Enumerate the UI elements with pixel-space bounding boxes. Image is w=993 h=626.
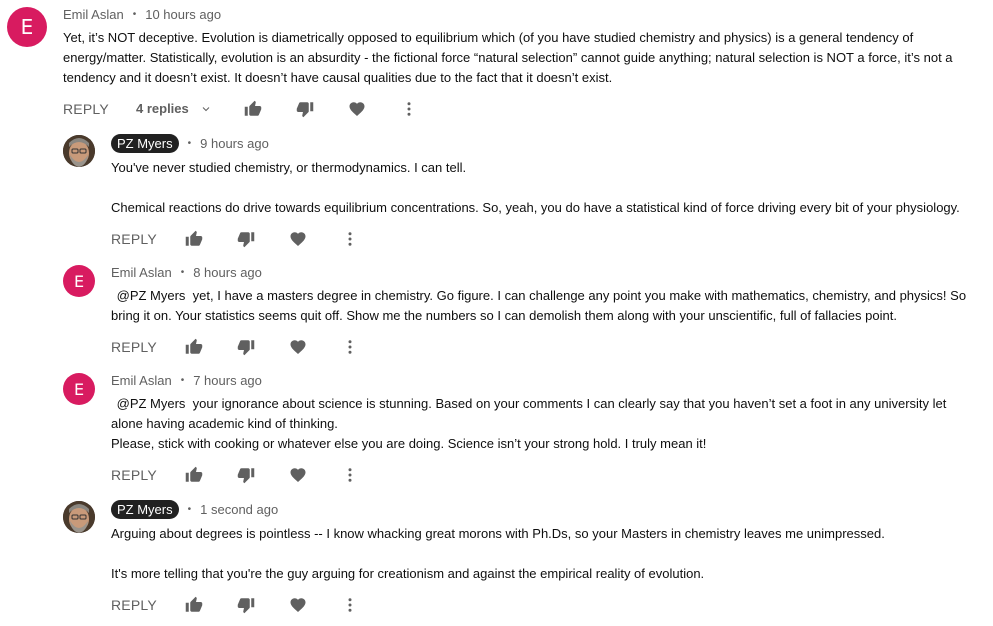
- heart-icon[interactable]: [348, 100, 366, 118]
- comment-text: @PZ Myers your ignorance about science i…: [111, 394, 971, 454]
- thumb-up-icon[interactable]: [185, 466, 203, 484]
- comment-body: your ignorance about science is stunning…: [111, 396, 947, 431]
- heart-icon[interactable]: [289, 230, 307, 248]
- thumb-down-icon[interactable]: [237, 230, 255, 248]
- comment-paragraph: Please, stick with cooking or whatever e…: [111, 436, 707, 451]
- reply-button[interactable]: REPLY: [111, 231, 157, 247]
- comment-paragraph: It's more telling that you're the guy ar…: [111, 566, 705, 581]
- comment-paragraph: You've never studied chemistry, or therm…: [111, 160, 467, 175]
- separator-dot: •: [132, 9, 137, 20]
- heart-icon[interactable]: [289, 466, 307, 484]
- author-badge[interactable]: PZ Myers: [111, 500, 179, 519]
- comment-paragraph: Arguing about degrees is pointless -- I …: [111, 526, 885, 541]
- user-mention-link[interactable]: @PZ Myers: [117, 396, 186, 411]
- heart-icon[interactable]: [289, 338, 307, 356]
- separator-dot: •: [187, 504, 192, 515]
- thumb-down-icon[interactable]: [237, 466, 255, 484]
- avatar[interactable]: [63, 501, 95, 533]
- heart-icon[interactable]: [289, 596, 307, 614]
- author-name[interactable]: Emil Aslan: [111, 265, 172, 280]
- comment-text: Yet, it’s NOT deceptive. Evolution is di…: [63, 28, 963, 88]
- timestamp[interactable]: 1 second ago: [200, 502, 278, 517]
- thumb-down-icon[interactable]: [237, 596, 255, 614]
- comment-text: Arguing about degrees is pointless -- I …: [111, 524, 971, 584]
- thumb-down-icon[interactable]: [237, 338, 255, 356]
- comment-text: @PZ Myers yet, I have a masters degree i…: [111, 286, 971, 326]
- user-mention-link[interactable]: @PZ Myers: [117, 288, 186, 303]
- avatar[interactable]: E: [63, 265, 95, 297]
- timestamp[interactable]: 8 hours ago: [193, 265, 262, 280]
- separator-dot: •: [180, 375, 185, 386]
- comment-body: yet, I have a masters degree in chemistr…: [111, 288, 967, 323]
- author-name[interactable]: Emil Aslan: [63, 7, 124, 22]
- thumb-down-icon[interactable]: [296, 100, 314, 118]
- separator-dot: •: [180, 267, 185, 278]
- more-vert-icon[interactable]: [341, 338, 359, 356]
- chevron-down-icon: [200, 103, 212, 115]
- thumb-up-icon[interactable]: [185, 230, 203, 248]
- author-badge[interactable]: PZ Myers: [111, 134, 179, 153]
- view-replies-button[interactable]: 4 replies: [136, 101, 212, 116]
- comment-paragraph: Yet, it’s NOT deceptive. Evolution is di…: [63, 30, 953, 85]
- timestamp[interactable]: 9 hours ago: [200, 136, 269, 151]
- more-vert-icon[interactable]: [341, 230, 359, 248]
- thumb-up-icon[interactable]: [185, 596, 203, 614]
- reply-button[interactable]: REPLY: [63, 101, 109, 117]
- avatar[interactable]: E: [7, 7, 47, 47]
- more-vert-icon[interactable]: [341, 466, 359, 484]
- comment-paragraph: @PZ Myers your ignorance about science i…: [111, 394, 971, 434]
- author-name[interactable]: Emil Aslan: [111, 373, 172, 388]
- more-vert-icon[interactable]: [341, 596, 359, 614]
- reply-button[interactable]: REPLY: [111, 467, 157, 483]
- timestamp[interactable]: 7 hours ago: [193, 373, 262, 388]
- comment-paragraph: @PZ Myers yet, I have a masters degree i…: [111, 286, 971, 326]
- avatar[interactable]: E: [63, 373, 95, 405]
- thumb-up-icon[interactable]: [185, 338, 203, 356]
- more-vert-icon[interactable]: [400, 100, 418, 118]
- thumb-up-icon[interactable]: [244, 100, 262, 118]
- separator-dot: •: [187, 138, 192, 149]
- comment-text: You've never studied chemistry, or therm…: [111, 158, 971, 218]
- reply-button[interactable]: REPLY: [111, 597, 157, 613]
- comment-paragraph: Chemical reactions do drive towards equi…: [111, 200, 960, 215]
- timestamp[interactable]: 10 hours ago: [145, 7, 221, 22]
- reply-button[interactable]: REPLY: [111, 339, 157, 355]
- replies-count: 4 replies: [136, 101, 189, 116]
- avatar[interactable]: [63, 135, 95, 167]
